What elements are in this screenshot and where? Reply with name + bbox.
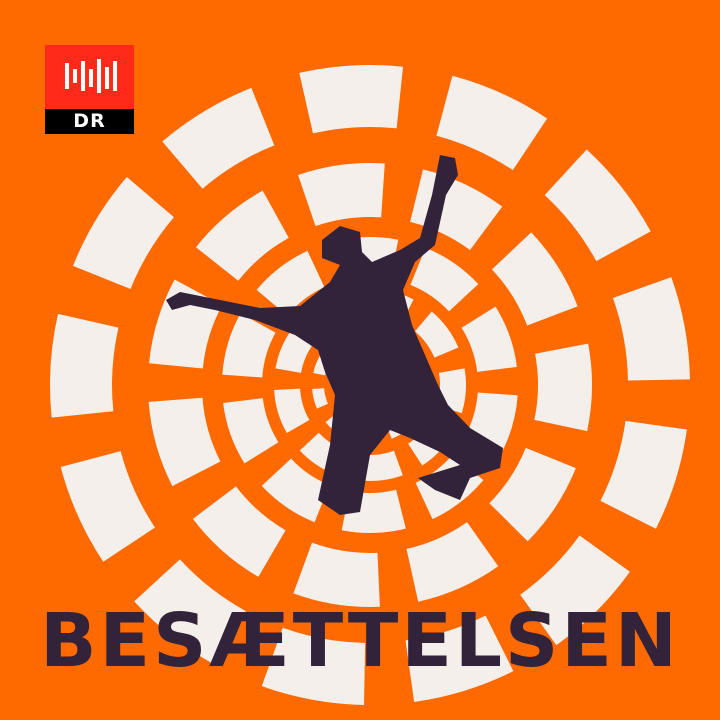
podcast-title: BESÆTTELSEN	[40, 598, 680, 684]
spiral-block	[195, 190, 289, 281]
logo-sound-bars-icon	[65, 59, 117, 93]
spiral-block	[261, 458, 330, 523]
spiral-block	[461, 306, 517, 372]
spiral-block	[274, 388, 310, 433]
spiral-block	[491, 232, 578, 326]
spiral-block	[60, 451, 155, 562]
spiral-block	[534, 343, 593, 432]
spiral-block	[72, 177, 174, 289]
logo-text: DR	[73, 110, 106, 132]
spiral-block	[49, 313, 119, 418]
spiral-block	[489, 447, 576, 542]
spiral-block	[149, 279, 223, 369]
spiral-block	[600, 420, 687, 529]
spiral-block	[223, 398, 279, 464]
spiral-block	[148, 397, 221, 487]
dr-logo: DR	[45, 45, 134, 134]
spiral-block	[162, 87, 275, 189]
spiral-block	[612, 277, 690, 381]
podcast-cover: DR BESÆTTELSEN	[0, 0, 720, 720]
spiral-block	[410, 247, 479, 312]
spiral-block	[436, 75, 548, 171]
spiral-block	[298, 162, 385, 227]
spiral-block	[544, 149, 651, 262]
spiral-block	[299, 65, 404, 134]
spiral-block	[192, 486, 286, 577]
spiral-block	[406, 522, 499, 602]
spiral-block	[312, 388, 328, 409]
